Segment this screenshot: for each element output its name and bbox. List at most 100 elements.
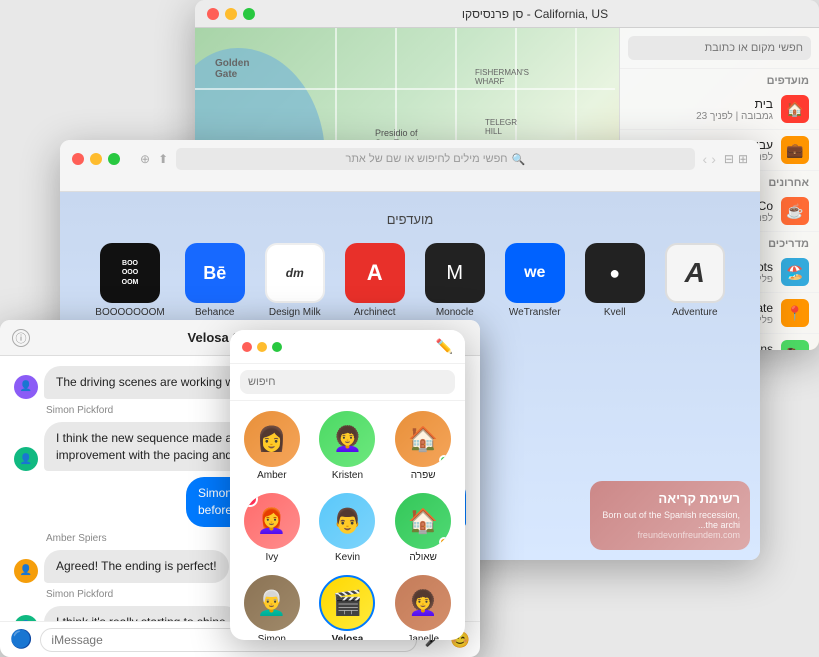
maps-minimize-button[interactable] [225,8,237,20]
messages-apps-icon[interactable]: 🔵 [10,629,32,650]
safari-favorites-title: מועדפים [80,212,740,227]
contact-item-velosa-studio[interactable]: 🎬 Velosa Studio [316,575,380,640]
safari-titlebar: ⊕ ⬆ 🔍 חפשי מילים לחיפוש או שם של אתר ‹ ›… [60,140,760,192]
kvell-label: Kvell [604,307,626,318]
safari-search-icon: 🔍 [512,153,526,166]
contact-item-shaula[interactable]: 🏠 שאולה [391,493,455,563]
reading-panel: רשימת קריאה Born out of the Spanish rece… [590,481,750,550]
safari-nav-buttons: ‹ › [703,151,716,167]
contact-avatar-simon: 👨‍🦳 [244,575,300,631]
contact-avatar-kevin: 👨 [319,493,375,549]
contact-name-kristen: Kristen [332,470,363,481]
contact-status-shapora [439,455,449,465]
contact-avatar-janelle: 👩‍🦱 [395,575,451,631]
contact-name-velosa: Velosa Studio [316,634,380,640]
safari-app-archinect[interactable]: A Archinect [345,243,405,318]
messages-info-button[interactable]: ⓘ [12,329,30,347]
message-avatar: 👤 [14,559,38,583]
contact-item-kevin[interactable]: 👨 Kevin [316,493,380,563]
archinect-label: Archinect [354,307,396,318]
contact-name-shapora: שפרה [411,470,436,481]
ivy-heart-badge: ❤️ [244,493,258,507]
contacts-search [230,364,465,401]
safari-tab-overview[interactable]: ⊞ [738,152,748,166]
contacts-close-button[interactable] [242,342,252,352]
safari-app-monocle[interactable]: M Monocle [425,243,485,318]
safari-address-bar[interactable]: 🔍 חפשי מילים לחיפוש או שם של אתר [176,148,694,170]
safari-app-wetransfer[interactable]: we WeTransfer [505,243,565,318]
safari-sidebar-toggle[interactable]: ⊟ [724,152,734,166]
safari-app-designmilk[interactable]: dm Design Milk [265,243,325,318]
contacts-fullscreen-button[interactable] [272,342,282,352]
sf-date-icon: 📍 [781,299,809,327]
contact-item-ivy[interactable]: 👩‍🦰 ❤️ Ivy [240,493,304,563]
maps-close-button[interactable] [207,8,219,20]
coffee-icon: ☕ [781,197,809,225]
safari-address-text: חפשי מילים לחיפוש או שם של אתר [345,153,507,165]
safari-back-button[interactable]: ‹ [703,151,708,167]
map-label-golden-gate: GoldenGate [215,58,249,80]
contact-item-simon[interactable]: 👨‍🦳 Simon [240,575,304,640]
designmilk-label: Design Milk [269,307,321,318]
safari-app-adventure[interactable]: A Adventure [665,243,725,318]
maps-sidebar-search [620,28,819,69]
designmilk-icon: dm [265,243,325,303]
safari-controls: ⊕ ⬆ 🔍 חפשי מילים לחיפוש או שם של אתר ‹ ›… [72,148,748,170]
contact-item-janelle[interactable]: 👩‍🦱 Janelle [391,575,455,640]
contacts-grid: 👩 Amber 👩‍🦱 Kristen 🏠 שפרה 👩‍🦰 ❤️ Ivy [230,401,465,640]
home-title: בית [630,97,773,111]
message-avatar: 👤 [14,375,38,399]
reading-content: Born out of the Spanish recession, the a… [600,510,740,540]
monocle-icon: M [425,243,485,303]
safari-traffic-lights [72,153,120,165]
boooooom-label: BOOOOOOOM [95,307,164,318]
hiking-icon: 🥾 [781,340,809,350]
message-bubble: The driving scenes are working well. [44,366,261,399]
wetransfer-label: WeTransfer [509,307,561,318]
contact-name-kevin: Kevin [335,552,360,563]
monocle-label: Monocle [436,307,474,318]
safari-close-button[interactable] [72,153,84,165]
safari-app-kvell[interactable]: ● Kvell [585,243,645,318]
contact-avatar-amber: 👩 [244,411,300,467]
sidebar-item-home[interactable]: 🏠 בית גמבובה | לפניך 23 [620,89,819,130]
contacts-compose-icon[interactable]: ✏️ [436,338,453,355]
contacts-search-input[interactable] [240,370,455,394]
contact-avatar-shaula: 🏠 [395,493,451,549]
safari-forward-button[interactable]: › [711,151,716,167]
contact-name-ivy: Ivy [265,552,278,563]
contact-item-shapora[interactable]: 🏠 שפרה [391,411,455,481]
home-subtitle: גמבובה | לפניך 23 [630,111,773,122]
contact-name-amber: Amber [257,470,286,481]
reading-title: רשימת קריאה [600,491,740,506]
map-road-h1 [195,88,615,90]
adventure-label: Adventure [672,307,718,318]
contacts-minimize-button[interactable] [257,342,267,352]
safari-app-behance[interactable]: Bē Behance [185,243,245,318]
behance-label: Behance [195,307,234,318]
safari-view-buttons: ⊟ ⊞ [724,152,748,166]
contact-item-amber[interactable]: 👩 Amber [240,411,304,481]
kvell-icon: ● [585,243,645,303]
message-bubble: Agreed! The ending is perfect! [44,550,229,583]
contact-avatar-shapora: 🏠 [395,411,451,467]
contact-name-janelle: Janelle [407,634,439,640]
beach-icon: 🏖️ [781,258,809,286]
contacts-traffic-lights [242,342,282,352]
message-avatar: 👤 [14,447,38,471]
maps-search-input[interactable] [628,36,811,60]
safari-fullscreen-button[interactable] [108,153,120,165]
safari-minimize-button[interactable] [90,153,102,165]
contact-avatar-velosa: 🎬 [319,575,375,631]
contacts-titlebar: ✏️ [230,330,465,364]
maps-title: California, US - סן פרנסיסקו [462,7,608,21]
safari-share-icon: ⬆ [158,152,168,166]
map-label-fishermans: FISHERMAN'SWHARF [475,68,529,86]
contact-avatar-kristen: 👩‍🦱 [319,411,375,467]
contact-item-kristen[interactable]: 👩‍🦱 Kristen [316,411,380,481]
maps-fullscreen-button[interactable] [243,8,255,20]
adventure-icon: A [665,243,725,303]
safari-app-boooooom[interactable]: BOOOOOOOM BOOOOOOOM [95,243,164,318]
map-label-telegraph: TELEGRHILL [485,118,517,136]
message-bubble: I think it's really starting to shine. [44,606,241,621]
